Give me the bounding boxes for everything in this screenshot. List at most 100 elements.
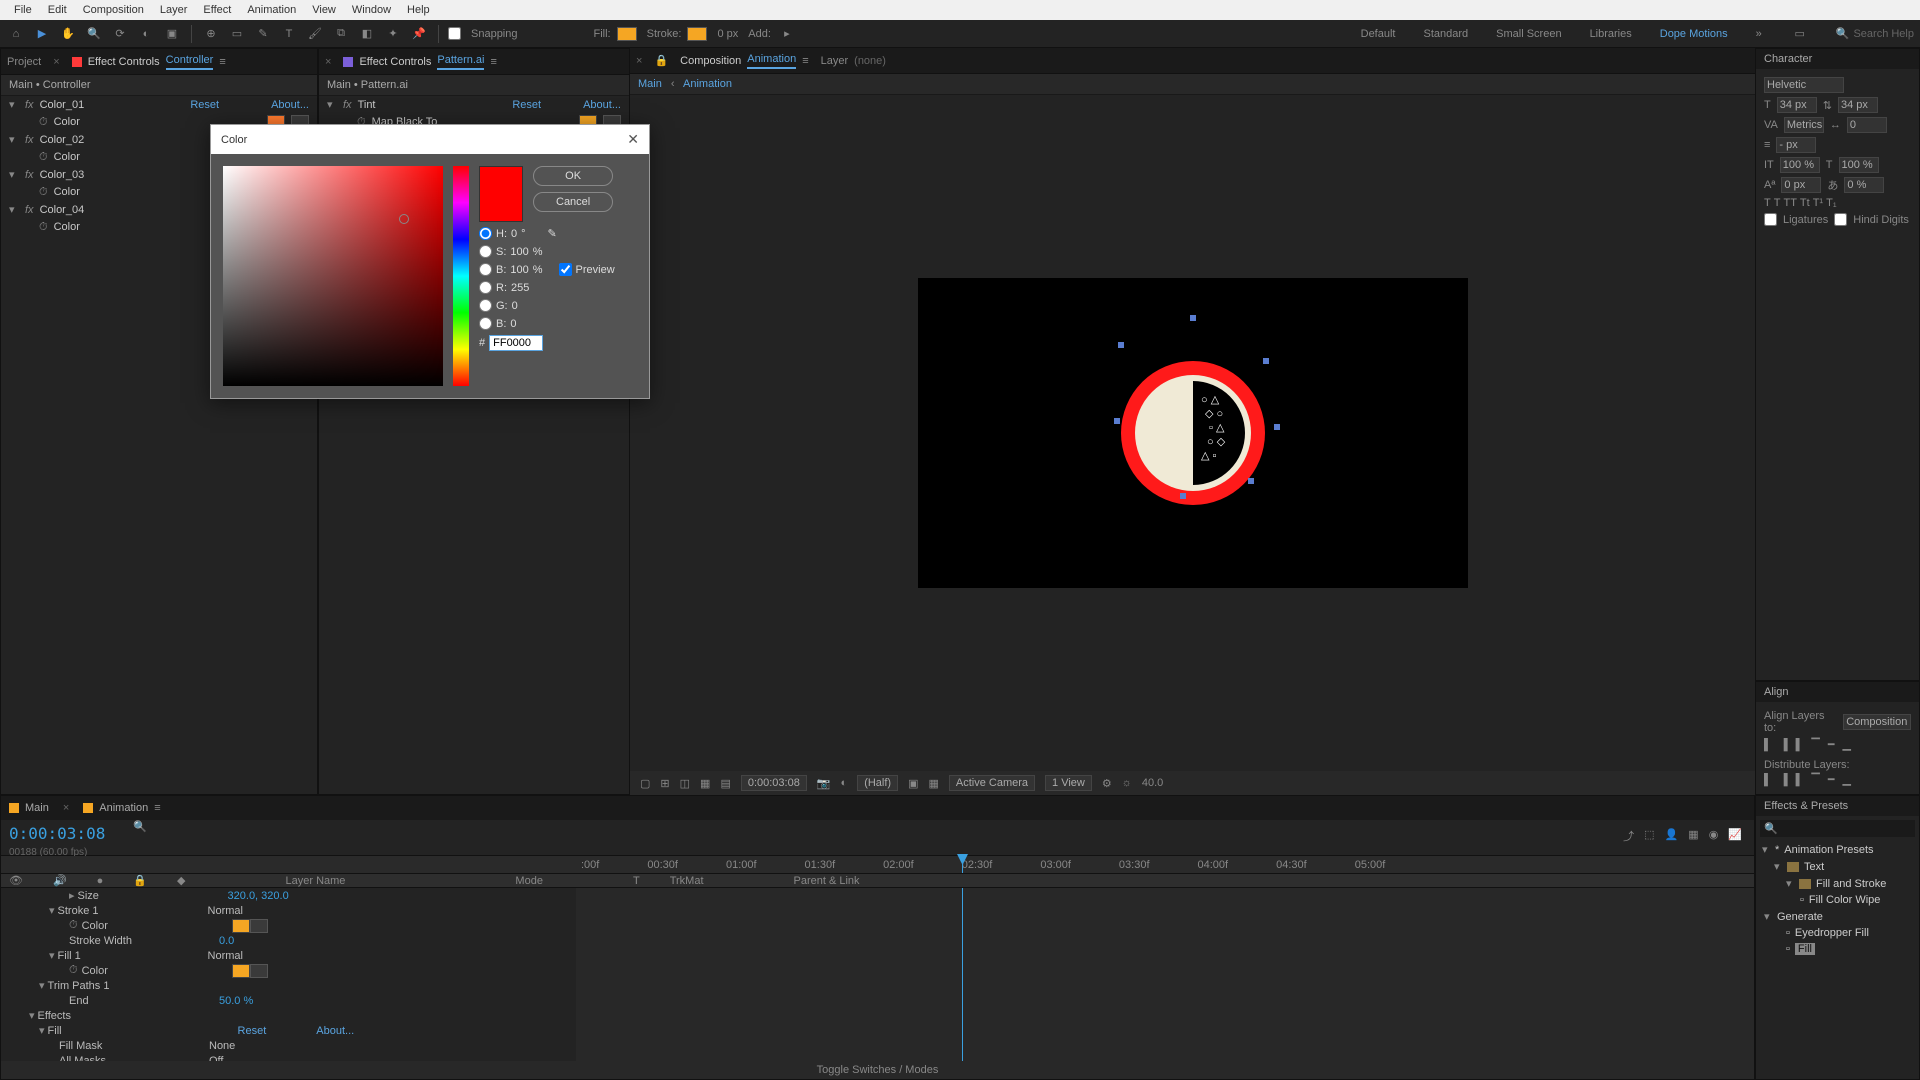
rect-tool-icon[interactable]: ▭	[227, 24, 247, 44]
ligatures-checkbox[interactable]	[1764, 213, 1777, 226]
r-radio[interactable]	[479, 281, 492, 294]
preview-checkbox[interactable]	[559, 263, 572, 276]
dist-top-icon[interactable]: ▔	[1811, 773, 1819, 786]
workspace-overflow-icon[interactable]: »	[1756, 28, 1762, 40]
close-icon[interactable]: ×	[63, 802, 69, 814]
menu-view[interactable]: View	[306, 2, 342, 18]
toggle-switches-button[interactable]: Toggle Switches / Modes	[1, 1061, 1754, 1079]
motion-blur-icon[interactable]: ◉	[1709, 828, 1719, 844]
home-icon[interactable]: ⌂	[6, 24, 26, 44]
channels-icon[interactable]: ◐	[841, 777, 848, 789]
menu-help[interactable]: Help	[401, 2, 436, 18]
italic-icon[interactable]: T	[1774, 197, 1781, 209]
add-dropdown-icon[interactable]: ▸	[777, 24, 797, 44]
align-right-icon[interactable]: ▌	[1796, 739, 1804, 751]
h-value[interactable]: 0	[511, 228, 517, 240]
tree-fill[interactable]: Fill	[1795, 943, 1815, 955]
composition-tab[interactable]: Composition Animation ≡	[680, 53, 808, 69]
bb-radio[interactable]	[479, 317, 492, 330]
frame-blend-icon[interactable]: ▦	[1688, 828, 1698, 844]
rotate-tool-icon[interactable]: ◐	[136, 24, 156, 44]
current-time[interactable]: 0:00:03:08	[1, 820, 113, 847]
workspace-libraries[interactable]: Libraries	[1590, 28, 1632, 40]
resolution-dropdown[interactable]: (Half)	[857, 775, 898, 791]
h-radio[interactable]	[479, 227, 492, 240]
menu-effect[interactable]: Effect	[197, 2, 237, 18]
roto-tool-icon[interactable]: ✦	[383, 24, 403, 44]
g-value[interactable]: 0	[512, 300, 518, 312]
magnify-icon[interactable]: ▢	[640, 777, 650, 790]
close-icon[interactable]: ×	[53, 56, 59, 68]
reset-link[interactable]: Reset	[190, 99, 219, 111]
dist-right-icon[interactable]: ▌	[1796, 774, 1804, 786]
timeline-tab-main[interactable]: Main	[9, 802, 49, 814]
panel-menu-icon[interactable]: ≡	[802, 55, 808, 67]
panel-menu-icon[interactable]: ≡	[219, 56, 225, 68]
effect-controls-tab[interactable]: Effect Controls Controller ≡	[72, 54, 226, 70]
dist-hcenter-icon[interactable]: ▐	[1780, 774, 1788, 786]
zoom-value[interactable]: 40.0	[1142, 777, 1163, 789]
stopwatch-icon[interactable]: ⏱	[39, 186, 48, 199]
font-family-dropdown[interactable]: Helvetic	[1764, 77, 1844, 93]
grid-icon[interactable]: ▦	[700, 777, 710, 790]
tree-generate[interactable]: Generate	[1777, 911, 1823, 923]
clone-tool-icon[interactable]: ⧉	[331, 24, 351, 44]
tree-text[interactable]: Text	[1804, 861, 1824, 873]
timeline-graph-area[interactable]: comp("Main").layer("Controller").effect(…	[576, 888, 1754, 1061]
align-top-icon[interactable]: ▔	[1811, 738, 1819, 751]
subscript-icon[interactable]: T₁	[1826, 197, 1836, 209]
stopwatch-icon[interactable]: ⏱	[39, 151, 48, 164]
mask-icon[interactable]: ◫	[680, 777, 690, 790]
leading-input[interactable]: 34 px	[1838, 97, 1878, 113]
cancel-button[interactable]: Cancel	[533, 192, 613, 212]
workspace-dopemotions[interactable]: Dope Motions	[1660, 28, 1728, 40]
snapshot-icon[interactable]: 📷	[817, 777, 831, 790]
close-icon[interactable]: ✕	[627, 131, 639, 148]
vscale-input[interactable]: 100 %	[1780, 157, 1820, 173]
selection-tool-icon[interactable]: ▶	[32, 24, 52, 44]
lock-col-icon[interactable]: 🔒	[133, 874, 147, 887]
g-radio[interactable]	[479, 299, 492, 312]
exposure-icon[interactable]: ☼	[1122, 777, 1132, 789]
effect-tint[interactable]: Tint	[358, 99, 507, 111]
time-display[interactable]: 0:00:03:08	[741, 775, 807, 791]
bold-icon[interactable]: T	[1764, 197, 1771, 209]
roi-icon[interactable]: ▣	[908, 777, 918, 790]
allcaps-icon[interactable]: TT	[1783, 197, 1796, 209]
fill-swatch[interactable]	[617, 27, 637, 41]
close-icon[interactable]: ×	[636, 55, 642, 67]
guides-icon[interactable]: ▤	[720, 777, 730, 790]
label-col-icon[interactable]: ◆	[177, 874, 185, 887]
effect-color01[interactable]: Color_01	[40, 99, 185, 111]
resolution-icon[interactable]: ⊞	[660, 777, 669, 790]
puppet-tool-icon[interactable]: 📌	[409, 24, 429, 44]
workspace-default[interactable]: Default	[1361, 28, 1396, 40]
reset-link[interactable]: Reset	[512, 99, 541, 111]
zoom-tool-icon[interactable]: 🔍	[84, 24, 104, 44]
draft3d-icon[interactable]: ⬚	[1644, 828, 1654, 844]
pen-tool-icon[interactable]: ✎	[253, 24, 273, 44]
align-left-icon[interactable]: ▌	[1764, 739, 1772, 751]
crumb-main[interactable]: Main	[638, 78, 662, 90]
stopwatch-icon[interactable]: ⏱	[39, 116, 48, 129]
baseline-input[interactable]: 0 px	[1781, 177, 1821, 193]
stroke-swatch[interactable]	[687, 27, 707, 41]
sv-cursor[interactable]	[399, 214, 409, 224]
kerning-input[interactable]: Metrics	[1784, 117, 1824, 133]
align-hcenter-icon[interactable]: ▐	[1780, 739, 1788, 751]
menu-layer[interactable]: Layer	[154, 2, 194, 18]
time-ruler[interactable]: :00f 00:30f 01:00f 01:30f 02:00f 02:30f …	[1, 856, 1754, 874]
menu-composition[interactable]: Composition	[77, 2, 150, 18]
views-dropdown[interactable]: 1 View	[1045, 775, 1092, 791]
stopwatch-icon[interactable]: ⏱	[39, 221, 48, 234]
snapping-checkbox[interactable]	[448, 27, 461, 40]
panel-menu-icon[interactable]: ≡	[490, 56, 496, 68]
font-size-input[interactable]: 34 px	[1777, 97, 1817, 113]
panel-menu-icon[interactable]: ≡	[154, 802, 160, 814]
solo-col-icon[interactable]: ●	[97, 875, 104, 887]
tree-animation-presets[interactable]: Animation Presets	[1784, 844, 1873, 856]
hindi-checkbox[interactable]	[1834, 213, 1847, 226]
smallcaps-icon[interactable]: Tt	[1800, 197, 1810, 209]
dist-vcenter-icon[interactable]: ━	[1828, 773, 1835, 786]
hscale-input[interactable]: 100 %	[1839, 157, 1879, 173]
